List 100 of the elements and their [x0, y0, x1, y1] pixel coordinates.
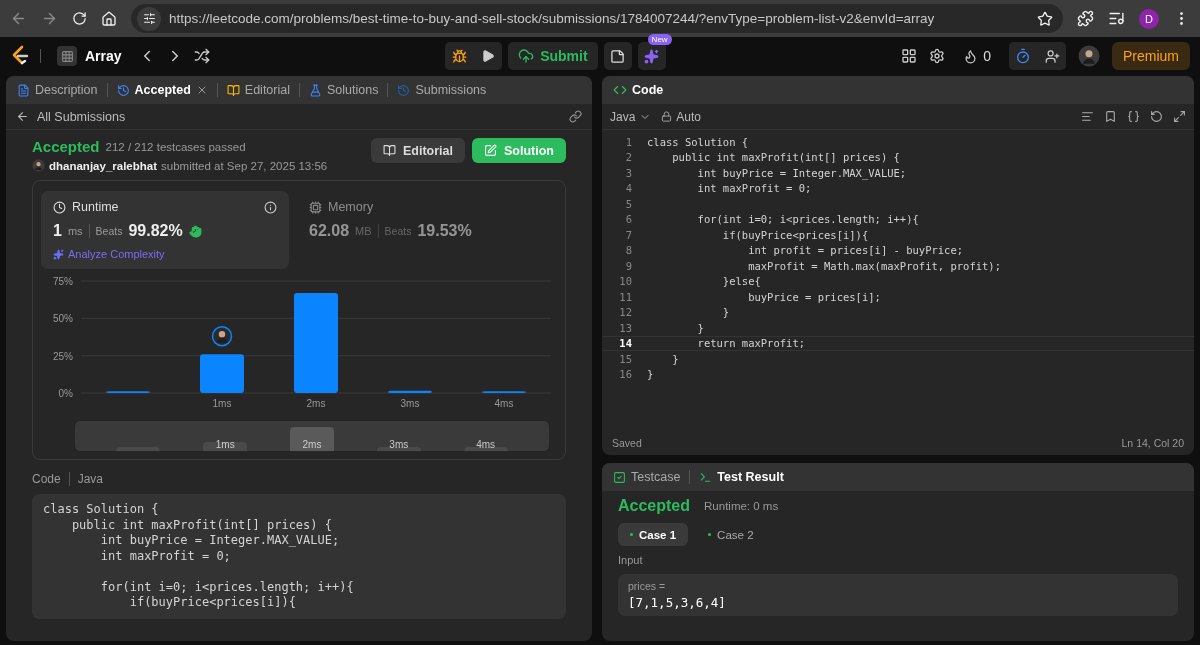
line-number: 5	[624, 197, 632, 210]
reload-icon[interactable]	[72, 11, 87, 26]
metric-value: 62.08	[309, 222, 350, 240]
flask-icon	[309, 83, 322, 97]
code-line: int buyPrice = Integer.MAX_VALUE;	[696, 166, 907, 179]
profile-avatar[interactable]: D	[1139, 8, 1159, 29]
axis-label: 25%	[53, 350, 73, 362]
input-label: Input	[618, 554, 644, 566]
grid-icon	[60, 49, 74, 63]
code-line: for(int i=0; i<prices.length; i++){	[696, 213, 919, 226]
chart-overview[interactable]: 1ms 2ms 3ms 4ms	[75, 421, 549, 451]
status-text: Accepted	[32, 138, 100, 155]
code-line: buyPrice = prices[i];	[747, 290, 881, 303]
code-line: maxProfit = Math.max(maxProfit, profit);	[747, 259, 1001, 272]
code-icon	[613, 83, 627, 97]
code-line: }	[721, 306, 730, 319]
chart-bar	[200, 354, 244, 393]
timer-icon	[1015, 48, 1031, 64]
new-badge: New	[647, 34, 672, 45]
line-number: 13	[618, 321, 632, 334]
language-select[interactable]: Java	[610, 109, 652, 124]
auto-mode[interactable]: Auto	[661, 109, 702, 124]
link-icon[interactable]	[569, 110, 582, 123]
line-number: 14	[618, 337, 632, 350]
editorial-button[interactable]: Editorial	[371, 138, 465, 163]
home-icon[interactable]	[101, 10, 117, 27]
language-label: Java	[77, 472, 104, 486]
back-link[interactable]: All Submissions	[16, 109, 126, 124]
ai-button[interactable]	[637, 42, 666, 70]
info-icon[interactable]	[264, 200, 277, 214]
code-line: int maxProfit = 0;	[696, 182, 812, 195]
bookmark-star-icon[interactable]	[1037, 10, 1053, 27]
panel-tab[interactable]: Test Result	[694, 470, 789, 484]
beats-percent: 19.53%	[417, 222, 472, 240]
problem-list-button[interactable]: Array	[51, 46, 128, 66]
line-number: 6	[624, 213, 632, 226]
overview-label: 3ms	[389, 439, 409, 451]
submit-button[interactable]: Submit	[508, 42, 598, 70]
reset-icon[interactable]	[1150, 110, 1163, 123]
format-icon[interactable]	[1081, 110, 1094, 123]
bookmark-icon[interactable]	[1104, 110, 1117, 123]
notes-button[interactable]	[603, 42, 632, 70]
logo-icon[interactable]	[10, 45, 30, 67]
metric-title: Runtime	[72, 200, 119, 214]
axis-label: 0%	[58, 388, 73, 399]
media-icon[interactable]	[1108, 10, 1125, 27]
extensions-icon[interactable]	[1077, 10, 1094, 27]
username-link[interactable]: dhananjay_ralebhat	[49, 159, 157, 172]
code-line: public int maxProfit(int[] prices) {	[671, 151, 900, 164]
line-number: 9	[624, 259, 632, 272]
book-icon	[383, 144, 396, 157]
line-number: 16	[618, 368, 632, 381]
forward-icon[interactable]	[41, 10, 58, 27]
overview-bar	[203, 442, 248, 451]
panel-tab[interactable]: Submissions	[392, 83, 492, 97]
panel-tab[interactable]: Testcase	[608, 470, 686, 484]
result-status: Accepted	[618, 497, 691, 515]
line-number: 7	[624, 228, 632, 241]
metric-card[interactable]: Memory 62.08 MB Beats 19.53%	[297, 191, 545, 269]
runtime-text: Runtime: 0 ms	[704, 500, 779, 512]
code-line: class Solution {	[647, 135, 749, 148]
history-icon	[397, 83, 411, 97]
site-settings-icon[interactable]	[137, 6, 161, 31]
avatar-icon[interactable]	[32, 159, 45, 172]
layout-icon[interactable]	[901, 48, 918, 64]
case-tab[interactable]: Case 1	[618, 523, 689, 546]
panel-tab[interactable]: Description	[12, 83, 103, 97]
avatar-icon	[211, 325, 233, 347]
braces-icon[interactable]	[1127, 110, 1140, 123]
metric-card[interactable]: Runtime 1 ms Beats 99.82% Analyze Complexity	[41, 191, 289, 269]
avatar-icon[interactable]	[1078, 45, 1100, 67]
panel-tab[interactable]: Solutions	[304, 83, 384, 97]
overview-label: 1ms	[215, 439, 235, 451]
beats-label: Beats	[95, 225, 123, 237]
note-icon	[610, 48, 626, 64]
code-line: int profit = prices[i] - buyPrice;	[747, 244, 964, 257]
metric-unit: MB	[355, 225, 372, 237]
expand-icon[interactable]	[1173, 110, 1186, 123]
line-number: 2	[624, 151, 632, 164]
upload-icon	[518, 48, 535, 64]
shuffle-icon[interactable]	[193, 48, 210, 64]
panel-tab[interactable]: Editorial	[221, 83, 295, 97]
code-tab[interactable]: Code	[608, 83, 669, 97]
panel-tab[interactable]: Accepted	[111, 83, 213, 97]
address-field[interactable]: https://leetcode.com/problems/best-time-to-buy-and-sell-stock/submissions/1784007244/?envType=problem-list-v2&envId=array	[131, 4, 1063, 33]
line-number: 12	[618, 306, 632, 319]
code-line: return maxProfit;	[696, 337, 806, 350]
param-name: prices =	[628, 580, 667, 592]
code-line: }	[696, 321, 704, 334]
history-icon	[116, 83, 130, 97]
sparkles-icon	[644, 48, 660, 64]
back-icon[interactable]	[10, 10, 27, 27]
premium-button[interactable]: Premium	[1112, 42, 1190, 70]
case-tab[interactable]: Case 2	[696, 523, 766, 546]
streak-button[interactable]: 0	[957, 42, 997, 70]
axis-label: 3ms	[400, 398, 420, 409]
axis-label: 50%	[53, 313, 73, 325]
metric-value: 1	[53, 222, 62, 240]
axis-label: 1ms	[212, 398, 232, 409]
settings-icon[interactable]	[929, 48, 946, 64]
